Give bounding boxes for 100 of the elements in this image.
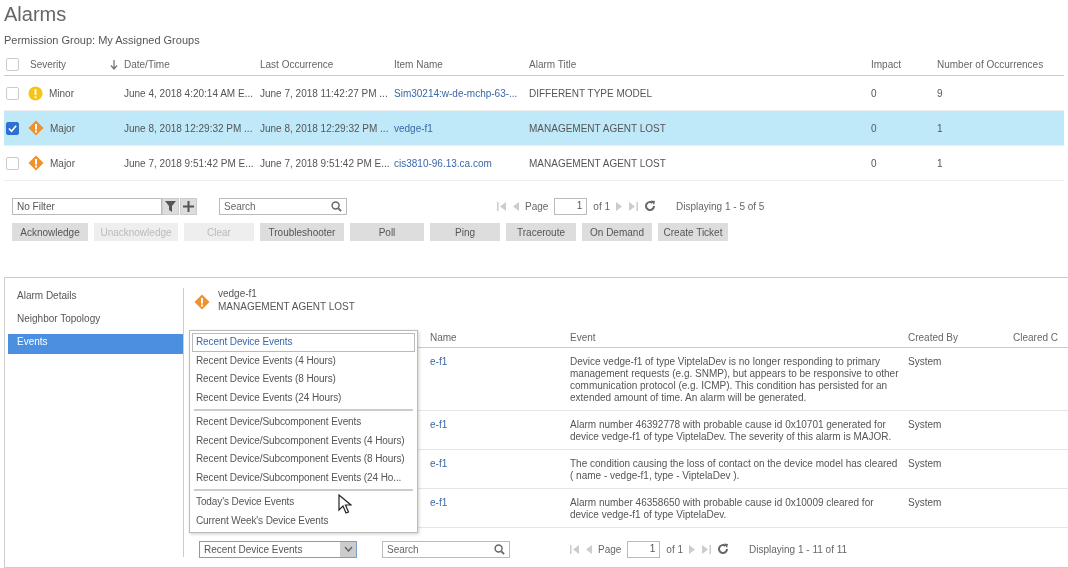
event-description: The condition causing the loss of contact on the device model has cleared ( name - vedge-f1, type - ViptelaDev ). — [570, 458, 899, 482]
nav-item[interactable]: Events — [8, 334, 183, 354]
event-description: Alarm number 46392778 with probable cause id 0x10701 generated for device vedge-f1 of type ViptelaDev. The severity of this alarm is MAJOR. — [570, 419, 893, 443]
dropdown-option[interactable]: Recent Device Events — [192, 333, 415, 352]
date-time-cell: June 8, 2018 12:29:32 PM ... — [124, 122, 253, 134]
action-button[interactable]: On Demand — [582, 223, 652, 241]
search-icon[interactable] — [331, 200, 342, 212]
page-title: Alarms — [3, 2, 68, 27]
action-button[interactable]: Troubleshooter — [260, 223, 344, 241]
column-header[interactable]: Last Occurrence — [260, 59, 334, 70]
select-all-checkbox[interactable] — [6, 58, 19, 71]
created-by-cell-text: System — [908, 356, 943, 369]
dropdown-option[interactable]: Recent Device Events (24 Hours) — [192, 388, 415, 407]
last-occurrence-cell: June 7, 2018 11:42:27 PM ... — [260, 87, 388, 99]
dropdown-option[interactable]: Recent Device/Subcomponent Events (24 Ho... — [192, 468, 415, 487]
name-link[interactable]: e-f1 — [430, 497, 570, 521]
action-button[interactable]: Ping — [430, 223, 500, 241]
column-header[interactable]: Event — [570, 332, 908, 343]
page-number-field[interactable]: 1 — [554, 197, 588, 215]
occurrences-cell: 1 — [937, 122, 943, 134]
last-occurrence-cell: June 7, 2018 9:51:42 PM E... — [260, 157, 390, 169]
column-header[interactable]: Cleared C — [1013, 332, 1068, 343]
impact-cell: 0 — [871, 157, 877, 169]
filter-icon[interactable] — [162, 197, 179, 215]
event-view-select[interactable]: Recent Device Events — [199, 540, 357, 558]
name-link[interactable]: e-f1 — [430, 419, 570, 443]
column-header[interactable]: Number of Occurrences — [937, 59, 1044, 70]
warning-circle-icon — [28, 85, 43, 101]
warning-diamond-icon — [194, 294, 210, 310]
dropdown-option[interactable]: Recent Device/Subcomponent Events — [192, 413, 415, 432]
refresh-icon[interactable] — [717, 543, 730, 555]
action-button[interactable]: Poll — [350, 223, 424, 241]
chevron-down-icon[interactable] — [343, 546, 353, 552]
page-label: Page — [525, 200, 549, 212]
action-button[interactable]: Acknowledge — [12, 223, 88, 241]
column-header[interactable]: Name — [430, 332, 570, 343]
nav-item[interactable]: Neighbor Topology — [8, 311, 183, 331]
next-page-icon[interactable] — [616, 201, 624, 211]
alarm-title-cell: DIFFERENT TYPE MODEL — [529, 87, 652, 99]
search-field[interactable]: Search — [382, 540, 510, 558]
display-count: Displaying 1 - 5 of 5 — [676, 200, 765, 212]
column-header[interactable]: Date/Time — [124, 59, 170, 70]
column-header[interactable]: Impact — [871, 59, 901, 70]
cursor-icon — [338, 494, 352, 514]
impact-cell: 0 — [871, 122, 877, 134]
warning-diamond-icon — [28, 155, 44, 171]
row-checkbox[interactable] — [6, 121, 19, 135]
last-page-icon[interactable] — [702, 544, 712, 554]
page-count: of 1 — [666, 543, 684, 555]
occurrences-cell: 1 — [937, 157, 943, 169]
first-page-icon[interactable] — [570, 544, 579, 554]
search-field[interactable]: Search — [219, 197, 347, 215]
page-number-field[interactable]: 1 — [627, 540, 661, 558]
alarm-row[interactable]: Major June 8, 2018 12:29:32 PM ... June 8, 2018 12:29:32 PM ... vedge-f1 MANAGEMENT AGENT LOST 0 1 — [4, 111, 1064, 146]
column-header[interactable]: Created By — [908, 332, 1013, 343]
occurrences-cell: 9 — [937, 87, 943, 99]
severity-text: Minor — [49, 87, 74, 99]
search-icon[interactable] — [494, 543, 505, 555]
item-name-link[interactable]: Sim30214:w-de-mchp-63-... — [394, 87, 518, 99]
alarm-title-cell: MANAGEMENT AGENT LOST — [529, 122, 666, 134]
next-page-icon[interactable] — [689, 544, 697, 554]
severity-text: Major — [50, 157, 75, 169]
permission-group: Permission Group: My Assigned Groups — [0, 30, 1068, 54]
alarm-row[interactable]: Major June 7, 2018 9:51:42 PM E... June 7, 2018 9:51:42 PM E... cis3810-96.13.ca.com MANAGEMENT AGENT LOST 0 1 — [4, 146, 1064, 181]
action-button[interactable]: Traceroute — [506, 223, 576, 241]
last-occurrence-cell: June 8, 2018 12:29:32 PM ... — [260, 122, 389, 134]
refresh-icon[interactable] — [644, 200, 657, 212]
created-by-cell-text: System — [908, 458, 943, 471]
event-description: Device vedge-f1 of type ViptelaDev is no longer responding to primary management requests (e.g. SNMP), but appears to be responsive to other communication protocol (e.g. ICMP). This condition has persisted for an extended amount of time. An alarm will be generated. — [570, 356, 900, 404]
page-label: Page — [598, 543, 622, 555]
name-link[interactable]: e-f1 — [430, 458, 570, 482]
dropdown-option[interactable]: Recent Device/Subcomponent Events (8 Hours) — [192, 450, 415, 469]
dropdown-option[interactable]: Recent Device Events (4 Hours) — [192, 351, 415, 370]
column-header[interactable]: Severity — [30, 59, 67, 70]
column-header[interactable]: Alarm Title — [529, 59, 577, 70]
item-name-link[interactable]: vedge-f1 — [394, 122, 433, 134]
item-name-link[interactable]: cis3810-96.13.ca.com — [394, 157, 492, 169]
nav-item[interactable]: Alarm Details — [8, 288, 183, 308]
detail-alarm-title: MANAGEMENT AGENT LOST — [218, 301, 355, 312]
previous-page-icon[interactable] — [512, 201, 519, 211]
first-page-icon[interactable] — [497, 201, 506, 211]
dropdown-option[interactable]: Today's Device Events — [192, 493, 415, 512]
plus-icon[interactable] — [180, 197, 197, 215]
display-count: Displaying 1 - 11 of 11 — [749, 543, 848, 555]
date-time-cell: June 4, 2018 4:20:14 AM E... — [124, 87, 253, 99]
column-header[interactable]: Item Name — [394, 59, 443, 70]
name-link[interactable]: e-f1 — [430, 356, 570, 404]
dropdown-option[interactable]: Recent Device/Subcomponent Events (4 Hours) — [192, 431, 415, 450]
event-description: Alarm number 46358650 with probable cause id 0x10009 cleared for device vedge-f1 of type ViptelaDev. — [570, 497, 875, 521]
created-by-cell-text: System — [908, 419, 943, 432]
action-button[interactable]: Create Ticket — [658, 223, 728, 241]
warning-diamond-icon — [28, 120, 44, 136]
previous-page-icon[interactable] — [585, 544, 592, 554]
date-time-cell: June 7, 2018 9:51:42 PM E... — [124, 157, 254, 169]
dropdown-option[interactable]: Recent Device Events (8 Hours) — [192, 370, 415, 389]
dropdown-option[interactable]: Current Week's Device Events — [192, 511, 415, 530]
impact-cell: 0 — [871, 87, 877, 99]
last-page-icon[interactable] — [629, 201, 639, 211]
sort-down-icon[interactable] — [110, 59, 118, 70]
filter-field[interactable]: No Filter — [12, 197, 162, 215]
